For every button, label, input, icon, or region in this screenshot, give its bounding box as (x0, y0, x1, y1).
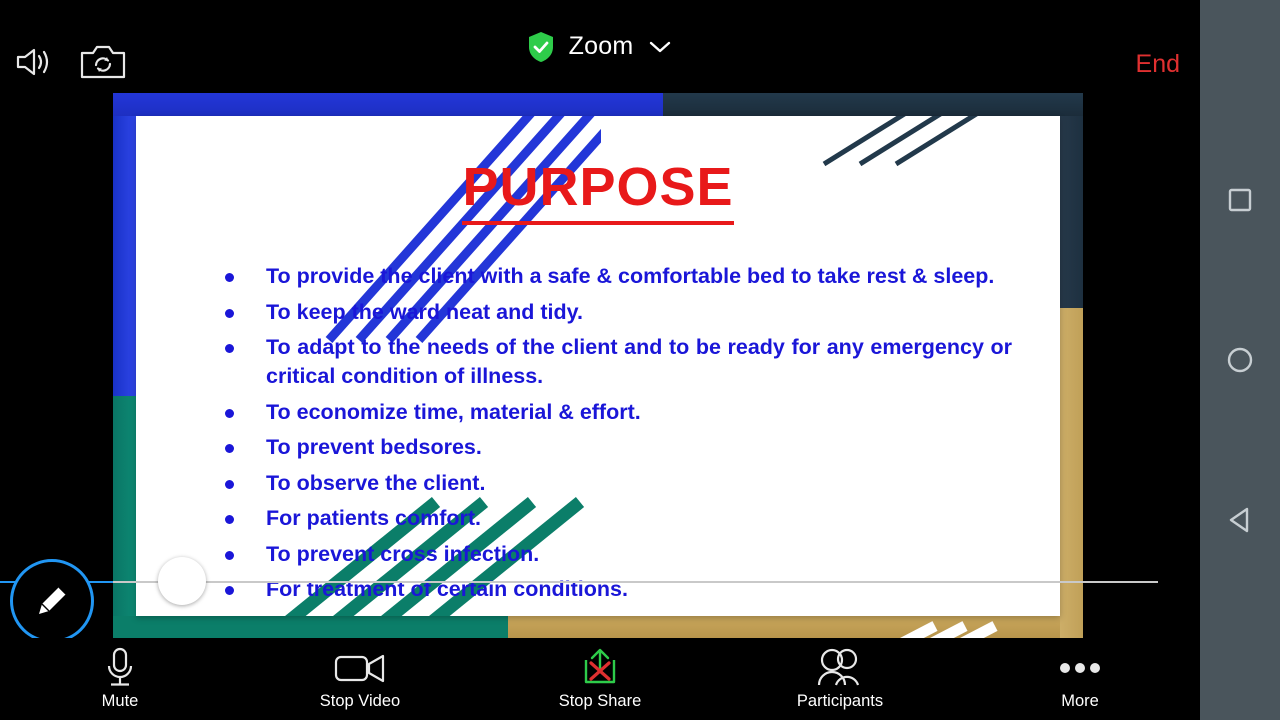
annotation-line-right (113, 581, 1158, 583)
meeting-bottom-toolbar: Mute Stop Video Stop Share Participants … (0, 638, 1200, 720)
screen-root: Zoom End PURPOSE To provide the client w… (0, 0, 1280, 720)
list-item: For treatment of certain conditions. (220, 575, 1012, 604)
home-button[interactable] (1217, 337, 1263, 383)
shared-screen-slide[interactable]: PURPOSE To provide the client with a saf… (113, 93, 1083, 638)
slide-decor-blue-left (113, 93, 136, 403)
recents-button[interactable] (1217, 177, 1263, 223)
square-icon (1226, 186, 1254, 214)
android-navigation-bar (1200, 0, 1280, 720)
participants-button[interactable]: Participants (720, 638, 960, 720)
more-dots-icon (1053, 645, 1107, 691)
slide-title-text: PURPOSE (462, 157, 734, 225)
list-item: To adapt to the needs of the client and … (220, 333, 1012, 391)
slide-title: PURPOSE (136, 156, 1060, 225)
pencil-annotate-icon (30, 579, 74, 623)
stop-video-button-label: Stop Video (319, 692, 401, 710)
stop-share-button-label: Stop Share (558, 692, 642, 710)
meeting-title: Zoom (568, 32, 634, 60)
slide-decor-navy-right (1060, 93, 1083, 308)
slide-decor-teal-bottom (113, 616, 513, 638)
switch-camera-icon[interactable] (80, 44, 126, 80)
mute-button-label: Mute (101, 692, 139, 710)
green-shield-check-icon (527, 31, 555, 63)
list-item: To economize time, material & effort. (220, 398, 1012, 427)
stop-video-button[interactable]: Stop Video (240, 638, 480, 720)
annotation-slider-handle[interactable] (158, 557, 206, 605)
triangle-left-icon (1226, 505, 1254, 535)
meeting-title-group: Zoom (0, 0, 1200, 93)
slide-decor-blue-top (113, 93, 693, 116)
slide-frame: PURPOSE To provide the client with a saf… (113, 93, 1083, 638)
slide-bullet-list: To provide the client with a safe & comf… (220, 262, 1012, 611)
participants-button-label: Participants (796, 692, 884, 710)
end-meeting-button[interactable]: End (1136, 50, 1180, 79)
circle-icon (1225, 345, 1255, 375)
list-item: For patients comfort. (220, 504, 1012, 533)
speaker-volume-icon[interactable] (14, 46, 54, 78)
mute-button[interactable]: Mute (0, 638, 240, 720)
more-button-label: More (1061, 692, 1099, 710)
list-item: To prevent cross infection. (220, 540, 1012, 569)
microphone-icon (102, 645, 138, 691)
more-button[interactable]: More (960, 638, 1200, 720)
slide-decor-gold-right (1060, 305, 1083, 638)
slide-decor-teal-left (113, 396, 136, 638)
participants-icon (813, 645, 867, 691)
stop-share-button[interactable]: Stop Share (480, 638, 720, 720)
meeting-top-bar: Zoom End (0, 0, 1200, 93)
slide-content-card: PURPOSE To provide the client with a saf… (136, 116, 1060, 616)
stop-share-icon (577, 645, 623, 691)
annotation-pencil-button[interactable] (10, 559, 94, 643)
list-item: To prevent bedsores. (220, 433, 1012, 462)
list-item: To keep the ward neat and tidy. (220, 298, 1012, 327)
list-item: To provide the client with a safe & comf… (220, 262, 1012, 291)
video-camera-icon (333, 645, 387, 691)
back-button[interactable] (1217, 497, 1263, 543)
slide-decor-navy-top (663, 93, 1083, 116)
chevron-down-icon[interactable] (647, 38, 673, 56)
top-bar-left-controls (14, 44, 126, 80)
list-item: To observe the client. (220, 469, 1012, 498)
